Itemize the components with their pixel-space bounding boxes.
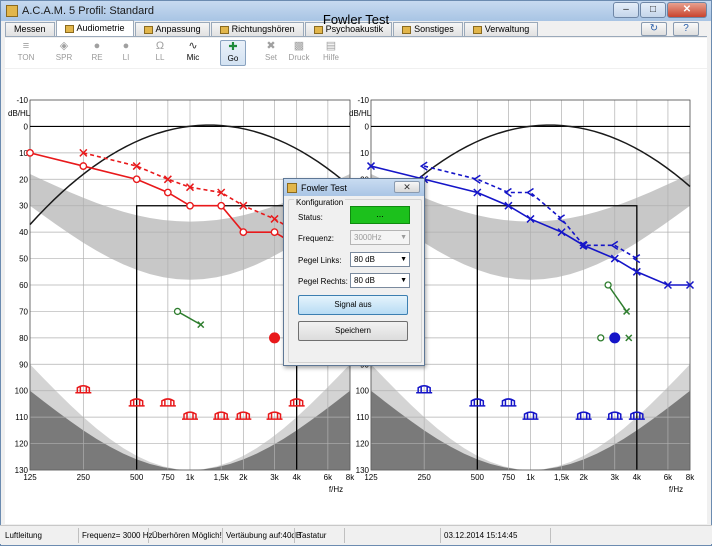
y-axis-unit: dB/HL (349, 109, 372, 118)
x-tick-label: 6k (664, 473, 673, 482)
y-tick-label: 0 (24, 122, 29, 131)
level-right-label: Pegel Rechts: (298, 277, 348, 286)
data-point-circle (217, 201, 226, 210)
status-bar: Luftleitung Frequenz= 3000 Hz Überhören … (0, 525, 712, 544)
x-tick-label: 1,5k (554, 473, 570, 482)
y-tick-label: 110 (15, 413, 28, 422)
x-tick-label: 1,5k (214, 473, 230, 482)
x-tick-label: 500 (471, 473, 485, 482)
level-left-select[interactable]: 80 dB ▼ (350, 252, 410, 267)
config-group-title: Konfiguration (294, 198, 346, 207)
status-empty (344, 528, 440, 543)
x-axis-unit: f/Hz (669, 485, 683, 494)
chevron-down-icon: ▼ (400, 277, 407, 284)
x-tick-label: 8k (686, 473, 695, 482)
x-tick-label: 125 (364, 473, 378, 482)
x-tick-label: 3k (270, 473, 279, 482)
frequency-select[interactable]: 3000Hz ▼ (350, 230, 410, 245)
status-masking: Vertäubung auf:40dB (222, 528, 301, 543)
y-tick-label: 30 (19, 202, 28, 211)
status-frequency: Frequenz= 3000 Hz (78, 528, 153, 543)
frequency-value: 3000Hz (354, 233, 382, 242)
fowler-dialog: Fowler Test ✕ Konfiguration Status: ... … (283, 178, 425, 366)
green-point-circle (604, 281, 612, 289)
green-line (607, 284, 628, 312)
x-tick-label: 250 (77, 473, 91, 482)
x-tick-label: 4k (292, 473, 301, 482)
dialog-title-bar[interactable]: Fowler Test ✕ (284, 179, 424, 196)
close-icon: ✕ (403, 182, 411, 192)
status-input: Tastatur (294, 528, 344, 543)
x-tick-label: 1k (186, 473, 195, 482)
y-tick-label: 100 (356, 387, 370, 396)
data-point-circle (239, 228, 248, 237)
x-tick-label: 1k (526, 473, 535, 482)
data-point-circle (26, 148, 34, 157)
x-tick-label: 8k (346, 473, 355, 482)
y-tick-label: 120 (15, 440, 29, 449)
x-axis-unit: f/Hz (329, 485, 343, 494)
x-tick-label: 6k (324, 473, 333, 482)
y-tick-label: 60 (19, 281, 28, 290)
chevron-down-icon: ▼ (400, 256, 407, 263)
y-tick-label: -10 (357, 96, 369, 105)
green-line (177, 310, 202, 326)
y-tick-label: 50 (19, 255, 28, 264)
y-axis-unit: dB/HL (8, 109, 31, 118)
chevron-down-icon: ▼ (400, 234, 407, 241)
dialog-title: Fowler Test (301, 182, 347, 193)
dialog-close-button[interactable]: ✕ (394, 181, 420, 193)
x-tick-label: 2k (579, 473, 588, 482)
level-left-value: 80 dB (354, 255, 375, 264)
x-tick-label: 750 (502, 473, 516, 482)
x-tick-label: 750 (161, 473, 175, 482)
data-point-circle (79, 162, 88, 170)
data-point-circle (163, 188, 172, 197)
level-left-label: Pegel Links: (298, 256, 342, 265)
x-tick-label: 250 (417, 473, 431, 482)
save-button[interactable]: Speichern (298, 321, 408, 341)
x-tick-label: 500 (130, 473, 144, 482)
fowler-point (609, 332, 621, 344)
fowler-ref-circle (597, 334, 605, 342)
y-tick-label: 110 (356, 413, 369, 422)
signal-off-button[interactable]: Signal aus (298, 295, 408, 315)
data-point-circle (132, 175, 141, 184)
level-right-value: 80 dB (354, 276, 375, 285)
x-tick-label: 3k (611, 473, 620, 482)
y-tick-label: 40 (19, 228, 28, 237)
y-tick-label: 0 (365, 122, 370, 131)
y-tick-label: 80 (19, 334, 28, 343)
status-label: Status: (298, 213, 323, 222)
status-datetime: 03.12.2014 15:14:45 (440, 528, 550, 543)
level-right-select[interactable]: 80 dB ▼ (350, 273, 410, 288)
x-tick-label: 125 (23, 473, 37, 482)
x-tick-label: 2k (239, 473, 248, 482)
fowler-point (269, 332, 281, 344)
green-point-x (197, 321, 205, 329)
y-tick-label: 10 (360, 149, 369, 158)
green-point-circle (173, 307, 182, 316)
status-indicator: ... (350, 206, 410, 224)
status-extra (550, 528, 710, 543)
app-icon (287, 182, 297, 193)
y-tick-label: 20 (19, 175, 28, 184)
frequency-label: Frequenz: (298, 234, 335, 243)
y-tick-label: 100 (15, 387, 29, 396)
y-tick-label: 90 (19, 360, 28, 369)
y-tick-label: -10 (16, 96, 28, 105)
data-point-circle (270, 228, 279, 237)
y-tick-label: 120 (356, 440, 370, 449)
status-warning: Überhören Möglich! (148, 528, 222, 543)
status-mode: Luftleitung (5, 531, 42, 540)
x-tick-label: 4k (633, 473, 642, 482)
y-tick-label: 70 (19, 307, 28, 316)
data-point-circle (186, 201, 194, 210)
